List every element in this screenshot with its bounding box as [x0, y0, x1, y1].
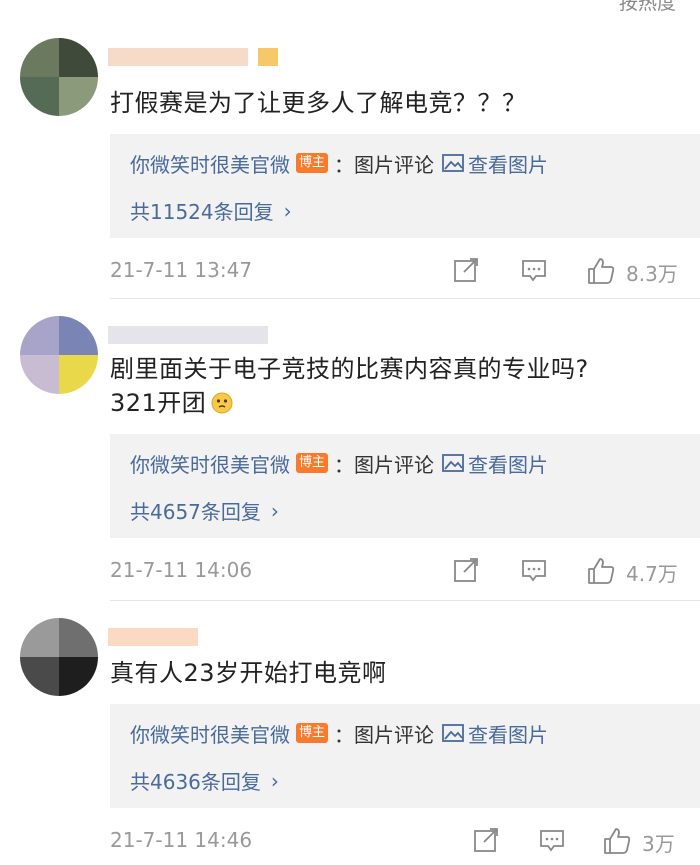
divider	[110, 298, 700, 299]
reply-label: ：图片评论	[334, 152, 435, 177]
like-count: 3万	[642, 832, 675, 856]
avatar[interactable]	[20, 316, 98, 394]
author-badge: 博主	[296, 723, 329, 743]
reply-author[interactable]: 你微笑时很美官微	[130, 449, 290, 478]
reply-preview-line: 你微笑时很美官微 博主 ：图片评论 查看图片	[130, 148, 548, 178]
thinking-emoji-icon	[211, 392, 233, 414]
comment-icon[interactable]	[520, 256, 548, 284]
comment-text: 剧里面关于电子竞技的比赛内容真的专业吗? 321开团	[110, 352, 589, 420]
comment-text-line: 打假赛是为了让更多人了解电竞？？？	[110, 89, 527, 117]
chevron-right-icon: ›	[283, 198, 292, 223]
reply-preview-line: 你微笑时很美官微 博主 ：图片评论 查看图片	[130, 448, 548, 478]
comment-footer: 21-7-11 14:06 4.7万	[110, 554, 700, 588]
thumbs-up-icon[interactable]	[586, 556, 616, 586]
reply-label: ：图片评论	[334, 722, 435, 747]
share-icon[interactable]	[452, 556, 480, 584]
username-blurred[interactable]	[108, 326, 278, 346]
share-icon[interactable]	[472, 826, 500, 854]
view-image-link[interactable]: 查看图片	[468, 719, 548, 748]
comment-footer: 21-7-11 14:46 3万	[110, 824, 700, 858]
username-blurred[interactable]	[108, 48, 278, 68]
reply-author[interactable]: 你微笑时很美官微	[130, 719, 290, 748]
reply-count-link[interactable]: 共4636条回复 ›	[130, 766, 279, 795]
view-image-link[interactable]: 查看图片	[468, 149, 548, 178]
thumbs-up-icon[interactable]	[586, 256, 616, 286]
thumbs-up-icon[interactable]	[602, 826, 632, 856]
sort-toggle[interactable]: 按热度	[619, 0, 676, 15]
image-icon	[442, 724, 464, 742]
like-count: 4.7万	[626, 562, 678, 586]
comment-date: 21-7-11 14:06	[110, 558, 253, 582]
comment-date: 21-7-11 14:46	[110, 828, 253, 852]
comment-date: 21-7-11 13:47	[110, 258, 253, 282]
reply-preview[interactable]: 你微笑时很美官微 博主 ：图片评论 查看图片 共4636条回复 ›	[110, 704, 700, 808]
avatar[interactable]	[20, 38, 98, 116]
author-badge: 博主	[296, 453, 329, 473]
comment-text-line: 剧里面关于电子竞技的比赛内容真的专业吗?	[110, 355, 589, 383]
chevron-right-icon: ›	[270, 768, 279, 793]
avatar[interactable]	[20, 618, 98, 696]
reply-preview[interactable]: 你微笑时很美官微 博主 ：图片评论 查看图片 共4657条回复 ›	[110, 434, 700, 538]
comment-text: 真有人23岁开始打电竞啊	[110, 656, 387, 690]
reply-count: 共4636条回复	[130, 770, 261, 794]
comment-icon[interactable]	[520, 556, 548, 584]
share-icon[interactable]	[452, 256, 480, 284]
reply-preview-line: 你微笑时很美官微 博主 ：图片评论 查看图片	[130, 718, 548, 748]
comment-footer: 21-7-11 13:47 8.3万	[110, 254, 700, 288]
reply-author[interactable]: 你微笑时很美官微	[130, 149, 290, 178]
reply-count-link[interactable]: 共11524条回复 ›	[130, 196, 292, 225]
comment-text-line: 真有人23岁开始打电竞啊	[110, 659, 387, 687]
sort-label: 按热度	[618, 0, 676, 14]
view-image-link[interactable]: 查看图片	[468, 449, 548, 478]
reply-label: ：图片评论	[334, 452, 435, 477]
image-icon	[442, 154, 464, 172]
divider	[110, 600, 700, 601]
comment-text: 打假赛是为了让更多人了解电竞？？？	[110, 86, 527, 120]
comment-text-line: 321开团	[110, 389, 207, 417]
author-badge: 博主	[296, 153, 329, 173]
reply-count: 共11524条回复	[130, 200, 274, 224]
reply-count: 共4657条回复	[130, 500, 261, 524]
reply-count-link[interactable]: 共4657条回复 ›	[130, 496, 279, 525]
chevron-right-icon: ›	[270, 498, 279, 523]
reply-preview[interactable]: 你微笑时很美官微 博主 ：图片评论 查看图片 共11524条回复 ›	[110, 134, 700, 238]
like-count: 8.3万	[626, 262, 678, 286]
username-blurred[interactable]	[108, 628, 278, 648]
image-icon	[442, 454, 464, 472]
comment-icon[interactable]	[538, 826, 566, 854]
